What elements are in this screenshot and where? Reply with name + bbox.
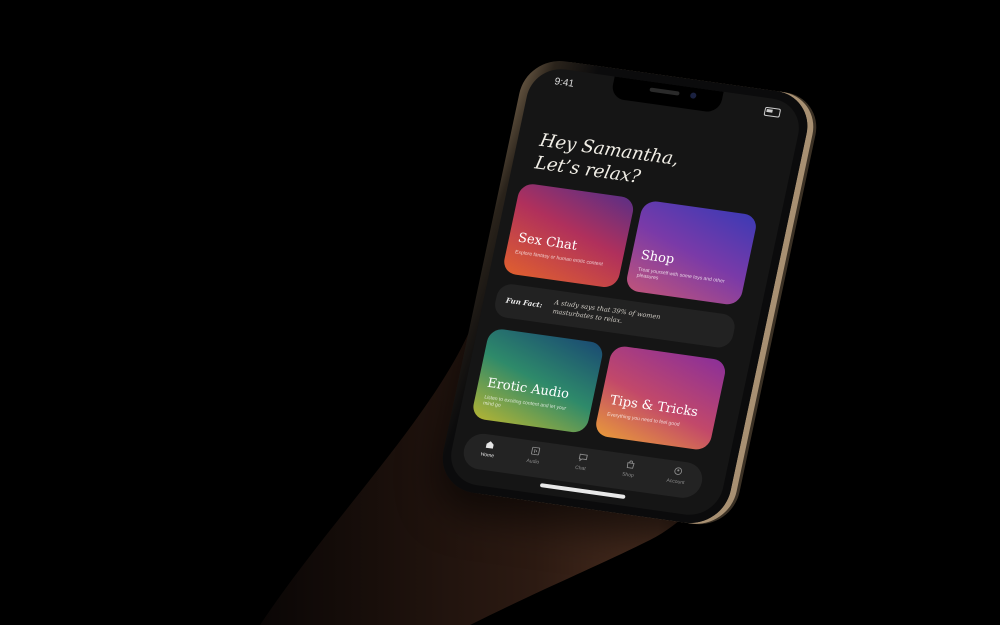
tab-home[interactable]: Home [467, 438, 510, 461]
battery-icon [763, 106, 782, 118]
card-subtitle: Explore fantasy or human erotic content [514, 249, 604, 268]
speaker-grill [649, 87, 680, 96]
fun-fact-text: A study says that 39% of women masturbat… [551, 298, 662, 325]
card-shop[interactable]: Shop Treat yourself with some toys and o… [624, 199, 759, 307]
chat-icon [578, 453, 588, 462]
greeting: Hey Samantha, Let’s relax? [533, 129, 681, 194]
tab-label: Chat [574, 464, 587, 473]
tab-audio[interactable]: Audio [512, 444, 555, 467]
tab-chat[interactable]: Chat [560, 451, 603, 474]
card-erotic-audio[interactable]: Erotic Audio Listen to exciting content … [470, 327, 605, 434]
tab-label: Shop [621, 471, 635, 479]
account-icon [673, 467, 682, 475]
card-subtitle: Treat yourself with some toys and other … [636, 266, 726, 285]
tab-label: Audio [525, 457, 540, 466]
audio-icon [530, 446, 540, 456]
scene: 9:41 Hey Samantha, Let’s relax? Sex Chat… [0, 0, 1000, 625]
status-time: 9:41 [553, 76, 575, 90]
tab-label: Account [665, 477, 685, 487]
tab-label: Home [480, 451, 495, 460]
fun-fact-label: Fun Fact: [505, 295, 544, 310]
front-camera [689, 92, 697, 99]
card-sex-chat[interactable]: Sex Chat Explore fantasy or human erotic… [501, 182, 636, 289]
tab-shop[interactable]: Shop [607, 458, 650, 481]
home-icon [485, 441, 494, 449]
card-tips-tricks[interactable]: Tips & Tricks Everything you need to fee… [593, 344, 728, 452]
card-title: Shop [639, 248, 676, 268]
shop-icon [626, 460, 635, 469]
tab-account[interactable]: Account [655, 464, 698, 487]
